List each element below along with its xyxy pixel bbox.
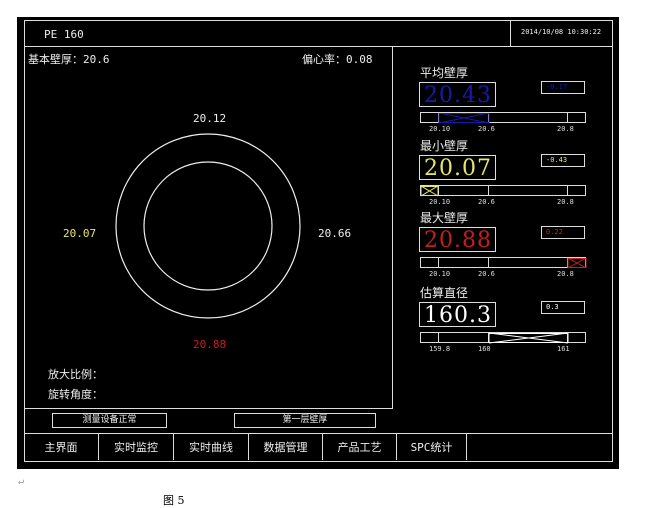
tick-label: 20.10 <box>429 125 451 133</box>
section-delta: -0.17 <box>546 83 568 91</box>
range-marker <box>488 333 569 344</box>
nav-process[interactable]: 产品工艺 <box>323 433 397 460</box>
thickness-left: 20.07 <box>63 227 97 240</box>
section-value-box: 20.07 <box>419 155 496 181</box>
section-title: 估算直径 <box>420 286 469 300</box>
nav-monitor[interactable]: 实时监控 <box>99 433 174 460</box>
layer-button[interactable]: 第一层壁厚 <box>234 413 376 428</box>
tick-label: 20.6 <box>478 198 495 206</box>
tick-label: 20.6 <box>478 270 495 278</box>
range-marker <box>567 258 587 269</box>
range-marker <box>438 113 490 124</box>
section-value-box: 20.43 <box>419 82 496 108</box>
section-delta-box: 0.22 <box>541 226 585 239</box>
section-value-box: 20.88 <box>419 227 496 253</box>
section-delta: 0.3 <box>546 303 559 311</box>
tick-label: 20.10 <box>429 198 451 206</box>
section-range-bar <box>420 112 586 124</box>
tick-label: 160 <box>478 345 491 353</box>
section-delta: 0.22 <box>546 228 563 236</box>
section-value: 20.07 <box>424 156 492 181</box>
tick-label: 20.8 <box>557 198 574 206</box>
tick-label: 161 <box>557 345 570 353</box>
section-title: 平均壁厚 <box>420 66 469 80</box>
section-value: 20.43 <box>424 83 492 108</box>
rotate-angle: 旋转角度： <box>48 388 103 401</box>
tick-label: 159.8 <box>429 345 451 353</box>
section-title: 最大壁厚 <box>420 211 469 225</box>
nav-main[interactable]: 主界面 <box>24 433 99 460</box>
section-title: 最小壁厚 <box>420 139 469 153</box>
tick-label: 20.8 <box>557 125 574 133</box>
section-delta: -0.43 <box>546 156 568 164</box>
section-delta-box: 0.3 <box>541 301 585 314</box>
section-value: 160.3 <box>424 303 492 328</box>
thickness-bottom: 20.88 <box>193 338 227 351</box>
zoom-ratio: 放大比例： <box>48 368 103 381</box>
device-status: 测量设备正常 <box>52 413 167 428</box>
tick-label: 20.6 <box>478 125 495 133</box>
section-delta-box: -0.43 <box>541 154 585 167</box>
section-value: 20.88 <box>424 228 492 253</box>
section-delta-box: -0.17 <box>541 81 585 94</box>
range-marker <box>421 186 439 197</box>
pipe-circles <box>115 133 301 319</box>
section-value-box: 160.3 <box>419 302 496 328</box>
nav-curve[interactable]: 实时曲线 <box>174 433 249 460</box>
tick-label: 20.10 <box>429 270 451 278</box>
section-range-bar <box>420 332 586 344</box>
nav-data[interactable]: 数据管理 <box>249 433 323 460</box>
tick-label: 20.8 <box>557 270 574 278</box>
thickness-right: 20.66 <box>318 227 352 240</box>
section-range-bar <box>420 257 587 269</box>
nav-spc[interactable]: SPC统计 <box>397 433 467 460</box>
section-range-bar <box>420 185 586 197</box>
thickness-top: 20.12 <box>193 112 227 125</box>
